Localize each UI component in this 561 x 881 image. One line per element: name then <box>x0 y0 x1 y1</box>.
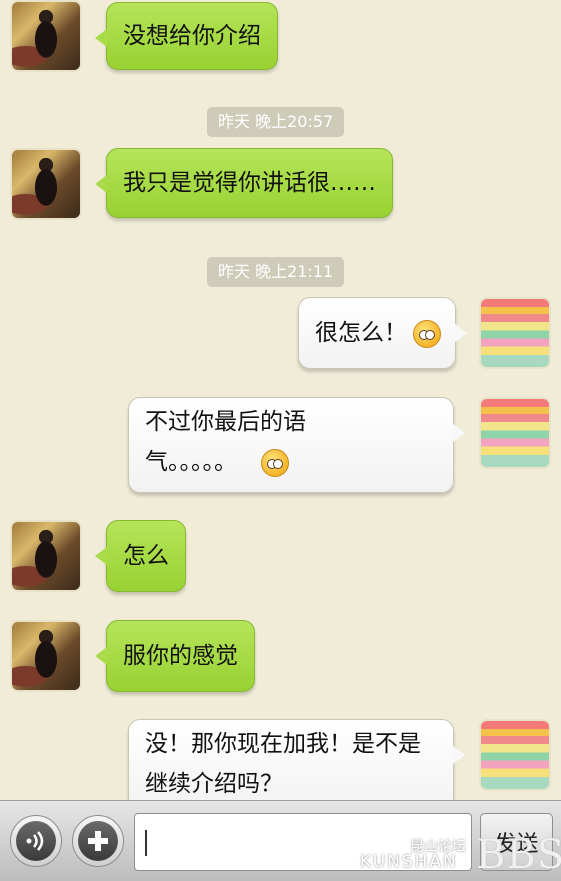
message-text: 服你的感觉 <box>123 643 238 669</box>
voice-button[interactable] <box>10 815 62 867</box>
plus-button[interactable] <box>72 815 124 867</box>
message-text-line-1: 没！那你现在加我！是不是 <box>145 731 421 757</box>
my-avatar[interactable] <box>479 719 551 791</box>
message-text: 没想给你介绍 <box>123 23 261 49</box>
watermark-site-en: KUNSHAN <box>360 852 458 872</box>
timestamp-text: 昨天 晚上20:57 <box>218 112 334 131</box>
timestamp: 昨天 晚上20:57 <box>207 107 345 137</box>
my-message-bubble[interactable]: 不过你最后的语 气。。。。。 <box>128 397 465 493</box>
watermark-bbs: BBS <box>476 832 561 878</box>
voice-waves-icon <box>16 821 56 861</box>
chat-area[interactable]: 没想给你介绍 昨天 晚上20:57 我只是觉得你讲话很…… 昨天 晚上21:11… <box>0 0 561 800</box>
timestamp-text: 昨天 晚上21:11 <box>218 262 334 281</box>
my-message-bubble[interactable]: 没！那你现在加我！是不是 继续介绍吗？ <box>128 719 465 800</box>
text-caret <box>145 830 147 856</box>
friend-message-bubble[interactable]: 服你的感觉 <box>95 620 255 692</box>
message-text: 气。。。。。 <box>145 449 237 475</box>
message-text-line-1: 不过你最后的语 <box>145 409 306 435</box>
plus-icon <box>78 821 118 861</box>
friend-avatar[interactable] <box>10 620 82 692</box>
friend-message-bubble[interactable]: 怎么 <box>95 520 186 592</box>
message-text-line-2: 气。。。。。 <box>145 442 437 482</box>
friend-message-bubble[interactable]: 没想给你介绍 <box>95 2 278 70</box>
friend-avatar[interactable] <box>10 0 82 72</box>
my-avatar[interactable] <box>479 297 551 369</box>
friend-avatar[interactable] <box>10 520 82 592</box>
message-text: 怎么 <box>123 543 169 569</box>
friend-avatar[interactable] <box>10 148 82 220</box>
rolling-eyes-icon <box>261 448 289 477</box>
message-text-line-2: 继续介绍吗？ <box>145 771 283 797</box>
my-avatar[interactable] <box>479 397 551 469</box>
timestamp: 昨天 晚上21:11 <box>207 257 345 287</box>
friend-message-bubble[interactable]: 我只是觉得你讲话很…… <box>95 148 393 218</box>
angry-face-icon <box>413 319 441 348</box>
message-text: 我只是觉得你讲话很…… <box>123 170 376 196</box>
my-message-bubble[interactable]: 很怎么！ <box>298 297 467 369</box>
message-text: 很怎么！ <box>315 320 407 346</box>
